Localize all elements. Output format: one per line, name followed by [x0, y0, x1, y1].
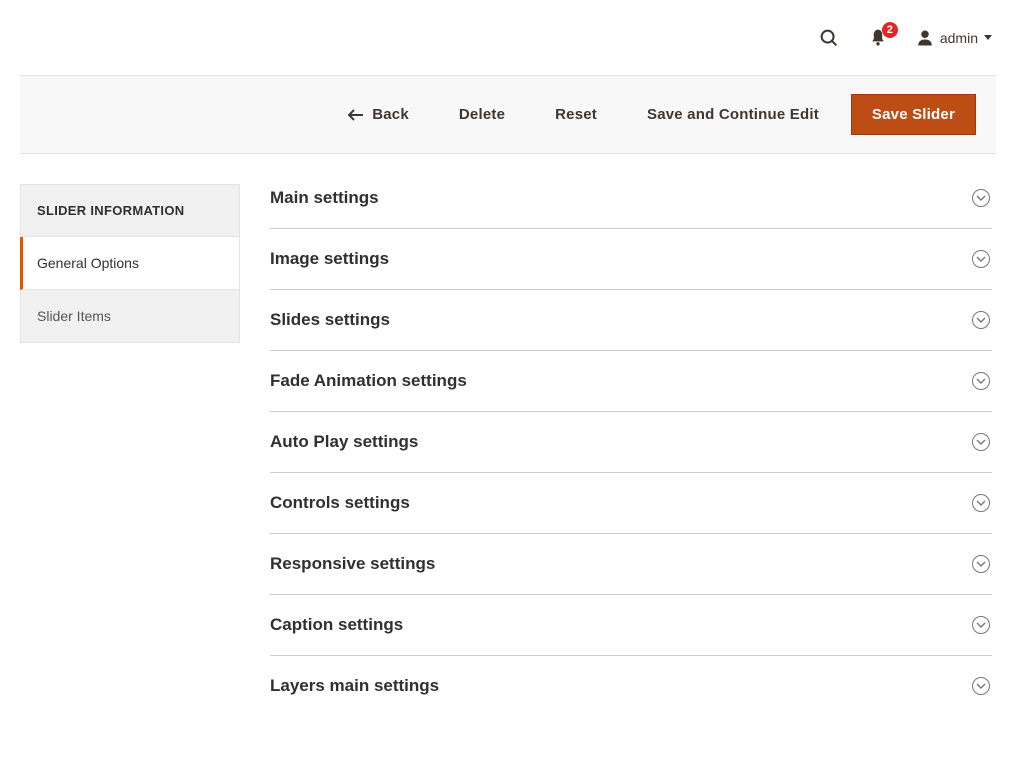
save-continue-label: Save and Continue Edit — [647, 106, 819, 123]
save-button[interactable]: Save Slider — [851, 94, 976, 135]
action-bar: Back Delete Reset Save and Continue Edit… — [20, 75, 996, 154]
sidebar-item-label: Slider Items — [37, 308, 111, 324]
section-title: Slides settings — [270, 310, 390, 330]
delete-label: Delete — [459, 106, 505, 123]
section-row[interactable]: Image settings — [270, 229, 992, 290]
page-root: 2 admin Back Delete Reset Save and Cont — [0, 0, 1016, 756]
reset-label: Reset — [555, 106, 597, 123]
section-title: Controls settings — [270, 493, 410, 513]
chevron-down-icon — [972, 677, 990, 695]
user-menu[interactable]: admin — [916, 29, 992, 47]
chevron-down-icon — [972, 555, 990, 573]
section-row[interactable]: Controls settings — [270, 473, 992, 534]
sidebar-item[interactable]: General Options — [20, 237, 240, 290]
top-header: 2 admin — [0, 0, 1016, 75]
settings-sections: Main settings Image settings Slides settin… — [270, 184, 992, 716]
caret-down-icon — [984, 35, 992, 40]
chevron-down-icon — [972, 189, 990, 207]
save-continue-button[interactable]: Save and Continue Edit — [629, 96, 837, 133]
section-title: Fade Animation settings — [270, 371, 467, 391]
section-title: Caption settings — [270, 615, 403, 635]
sidebar-item[interactable]: Slider Items — [20, 290, 240, 343]
section-row[interactable]: Responsive settings — [270, 534, 992, 595]
sidebar: SLIDER INFORMATION General Options Slider… — [20, 184, 240, 343]
sidebar-items: General Options Slider Items — [20, 237, 240, 343]
save-label: Save Slider — [872, 106, 955, 123]
delete-button[interactable]: Delete — [441, 96, 523, 133]
chevron-down-icon — [972, 372, 990, 390]
arrow-left-icon — [348, 109, 364, 121]
sidebar-header: SLIDER INFORMATION — [20, 184, 240, 237]
back-label: Back — [372, 106, 409, 123]
chevron-down-icon — [972, 433, 990, 451]
chevron-down-icon — [972, 311, 990, 329]
section-title: Layers main settings — [270, 676, 439, 696]
content-area: SLIDER INFORMATION General Options Slider… — [0, 154, 1016, 756]
section-title: Main settings — [270, 188, 379, 208]
section-title: Auto Play settings — [270, 432, 418, 452]
search-icon — [818, 27, 840, 49]
search-button[interactable] — [818, 27, 840, 49]
sidebar-item-label: General Options — [37, 255, 139, 271]
section-row[interactable]: Slides settings — [270, 290, 992, 351]
user-icon — [916, 29, 934, 47]
section-row[interactable]: Fade Animation settings — [270, 351, 992, 412]
chevron-down-icon — [972, 250, 990, 268]
user-label: admin — [940, 30, 978, 46]
notification-badge: 2 — [882, 22, 898, 38]
notifications-button[interactable]: 2 — [868, 28, 888, 48]
back-button[interactable]: Back — [330, 96, 427, 133]
section-row[interactable]: Auto Play settings — [270, 412, 992, 473]
chevron-down-icon — [972, 616, 990, 634]
chevron-down-icon — [972, 494, 990, 512]
reset-button[interactable]: Reset — [537, 96, 615, 133]
section-row[interactable]: Layers main settings — [270, 656, 992, 716]
section-title: Image settings — [270, 249, 389, 269]
section-row[interactable]: Main settings — [270, 184, 992, 229]
section-title: Responsive settings — [270, 554, 435, 574]
section-row[interactable]: Caption settings — [270, 595, 992, 656]
